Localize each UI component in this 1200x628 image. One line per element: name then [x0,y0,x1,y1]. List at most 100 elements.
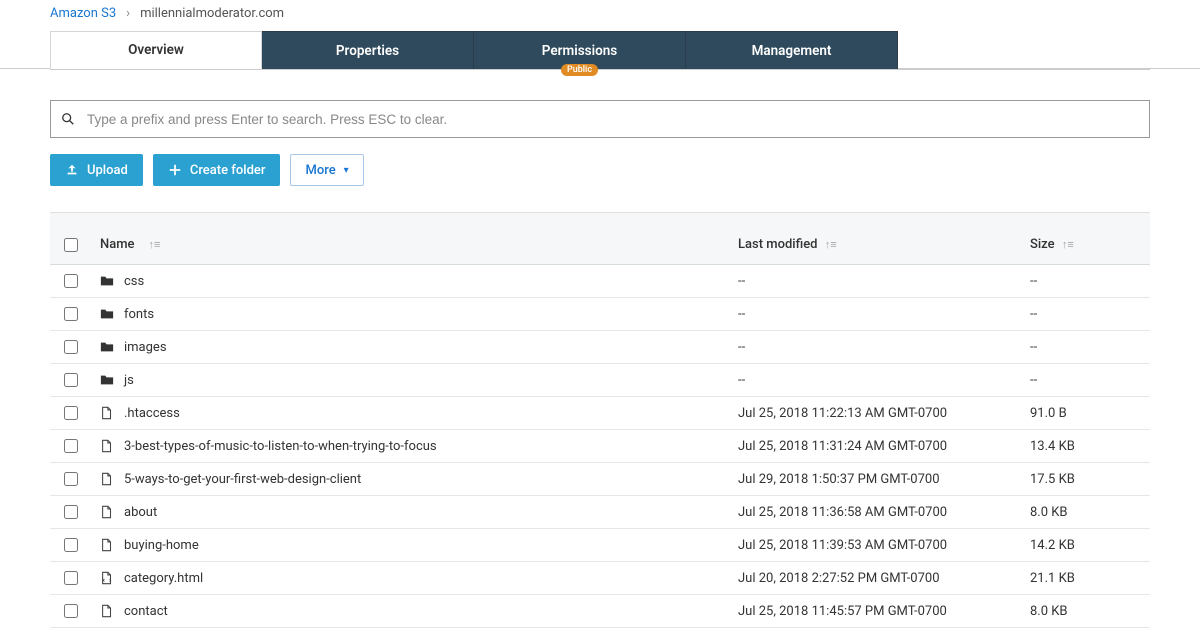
object-name: .htaccess [124,406,180,421]
folder-icon [100,274,114,288]
sort-icon: ↑≡ [825,238,837,251]
object-modified: -- [738,274,1018,289]
object-name-cell[interactable]: contact [100,604,726,619]
search-input[interactable] [87,112,1139,127]
object-modified: -- [738,373,1018,388]
row-select-cell [64,274,88,288]
breadcrumb-root[interactable]: Amazon S3 [50,6,116,21]
object-name: contact [124,604,168,619]
object-name-cell[interactable]: js [100,373,726,388]
table-row[interactable]: aboutJul 25, 2018 11:36:58 AM GMT-07008.… [50,496,1150,529]
object-name: 3-best-types-of-music-to-listen-to-when-… [124,439,437,454]
object-name-cell[interactable]: css [100,274,726,289]
button-label: Upload [87,163,128,178]
toolbar: Upload Create folder More ▾ [50,154,1150,186]
row-select-cell [64,538,88,552]
object-size: 91.0 B [1030,406,1150,421]
column-label: Last modified [738,237,818,252]
row-checkbox[interactable] [64,340,78,354]
object-modified: Jul 25, 2018 11:31:24 AM GMT-0700 [738,439,1018,454]
object-name: buying-home [124,538,199,553]
tab-label: Management [752,43,832,59]
object-table: Name ↑≡ Last modified ↑≡ Size ↑≡ css -- --… [50,212,1150,628]
tab-label: Permissions [542,43,617,59]
row-checkbox[interactable] [64,439,78,453]
chevron-right-icon: › [126,6,130,21]
object-size: 21.1 KB [1030,571,1150,586]
object-name-cell[interactable]: .htaccess [100,406,726,421]
table-row[interactable]: buying-home Jul 25, 2018 11:39:53 AM GMT-… [50,529,1150,562]
table-row[interactable]: js---- [50,364,1150,397]
table-row[interactable]: category.html Jul 20, 2018 2:27:52 PM GMT… [50,562,1150,595]
table-row[interactable]: 3-best-types-of-music-to-listen-to-when-… [50,430,1150,463]
tab-management[interactable]: Management [686,31,898,69]
chevron-down-icon: ▾ [344,165,349,176]
object-size: 17.5 KB [1030,472,1150,487]
object-name-cell[interactable]: about [100,505,726,520]
upload-icon [65,163,79,177]
object-name: 5-ways-to-get-your-first-web-design-clie… [124,472,361,487]
row-select-cell [64,604,88,618]
select-all-checkbox[interactable] [64,238,78,252]
tab-permissions[interactable]: Permissions Public [474,31,686,69]
table-row[interactable]: images---- [50,331,1150,364]
object-name-cell[interactable]: buying-home [100,538,726,553]
object-modified: Jul 25, 2018 11:22:13 AM GMT-0700 [738,406,1018,421]
tab-overview[interactable]: Overview [50,31,262,69]
row-checkbox[interactable] [64,307,78,321]
sort-icon: ↑≡ [1062,238,1074,251]
object-name-cell[interactable]: 3-best-types-of-music-to-listen-to-when-… [100,439,726,454]
row-select-cell [64,340,88,354]
object-modified: Jul 25, 2018 11:36:58 AM GMT-0700 [738,505,1018,520]
object-modified: -- [738,307,1018,322]
tab-label: Overview [128,42,184,58]
public-badge: Public [561,64,598,76]
object-name-cell[interactable]: 5-ways-to-get-your-first-web-design-clie… [100,472,726,487]
object-size: 14.2 KB [1030,538,1150,553]
table-row[interactable]: 5-ways-to-get-your-first-web-design-clie… [50,463,1150,496]
select-all-cell [64,238,88,252]
row-checkbox[interactable] [64,373,78,387]
object-modified: Jul 20, 2018 2:27:52 PM GMT-0700 [738,571,1018,586]
row-checkbox[interactable] [64,604,78,618]
plus-icon [168,163,182,177]
more-button[interactable]: More ▾ [290,154,363,186]
file-icon [100,604,114,618]
object-modified: Jul 25, 2018 11:39:53 AM GMT-0700 [738,538,1018,553]
row-select-cell [64,472,88,486]
object-name: category.html [124,571,203,586]
row-checkbox[interactable] [64,505,78,519]
object-size: 8.0 KB [1030,604,1150,619]
row-select-cell [64,307,88,321]
search-icon [61,112,75,126]
object-name-cell[interactable]: category.html [100,571,726,586]
tab-properties[interactable]: Properties [262,31,474,69]
column-label: Name [100,237,135,252]
object-name: js [124,373,134,388]
file-icon [100,505,114,519]
object-size: -- [1030,274,1150,289]
create-folder-button[interactable]: Create folder [153,154,281,186]
row-checkbox[interactable] [64,538,78,552]
file-icon [100,439,114,453]
row-checkbox[interactable] [64,472,78,486]
object-size: 13.4 KB [1030,439,1150,454]
table-row[interactable]: .htaccess Jul 25, 2018 11:22:13 AM GMT-07… [50,397,1150,430]
row-checkbox[interactable] [64,274,78,288]
object-modified: -- [738,340,1018,355]
object-name: about [124,505,157,520]
html-file-icon [100,571,114,585]
row-checkbox[interactable] [64,406,78,420]
upload-button[interactable]: Upload [50,154,143,186]
breadcrumb-current: millennialmoderator.com [140,6,284,21]
table-row[interactable]: fonts---- [50,298,1150,331]
column-header-last-modified[interactable]: Last modified ↑≡ [738,237,1018,252]
row-checkbox[interactable] [64,571,78,585]
column-header-size[interactable]: Size ↑≡ [1030,237,1150,252]
row-select-cell [64,406,88,420]
table-row[interactable]: css -- -- [50,265,1150,298]
object-name: images [124,340,167,355]
column-header-name[interactable]: Name ↑≡ [100,237,726,252]
object-name-cell[interactable]: images [100,340,726,355]
object-name-cell[interactable]: fonts [100,307,726,322]
